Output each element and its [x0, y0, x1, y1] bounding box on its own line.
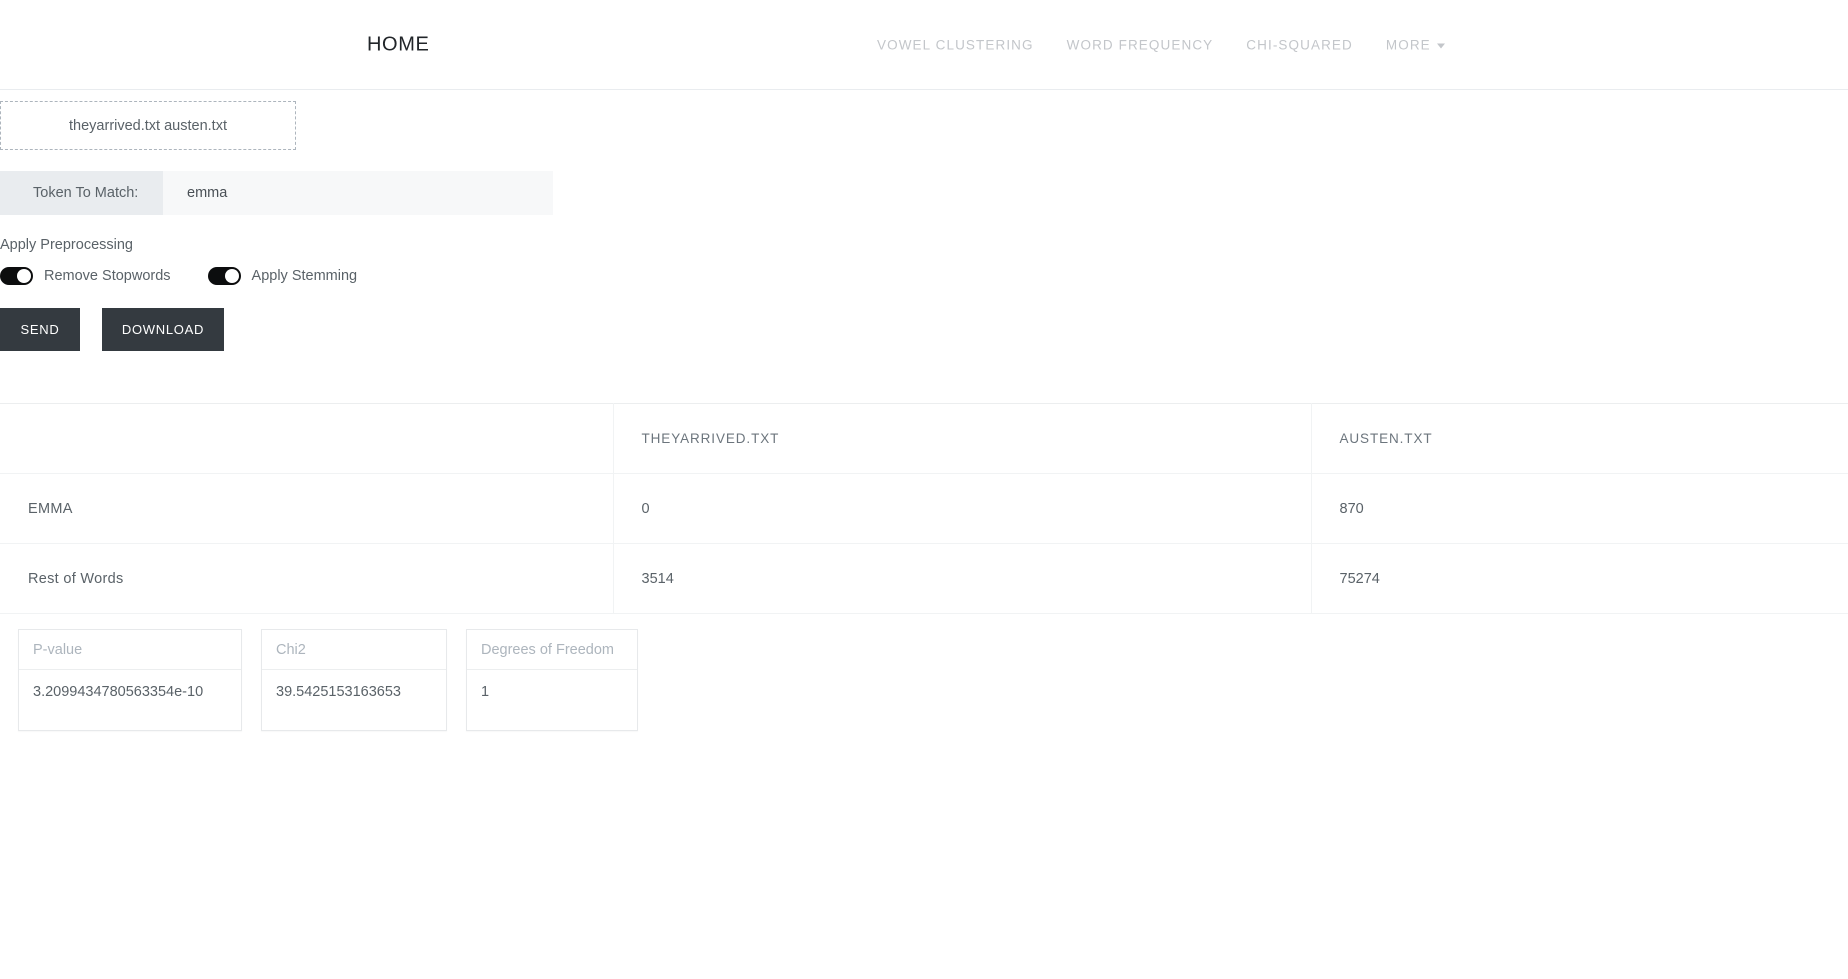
- nav-brand-home[interactable]: HOME: [367, 33, 429, 56]
- p-value-card-title: P-value: [19, 630, 241, 670]
- token-input-label: Token To Match:: [0, 171, 163, 215]
- preprocessing-title: Apply Preprocessing: [0, 237, 133, 253]
- download-button[interactable]: DOWNLOAD: [102, 308, 224, 351]
- chi2-card-title: Chi2: [262, 630, 446, 670]
- navbar: HOME VOWEL CLUSTERING WORD FREQUENCY CHI…: [0, 0, 1848, 90]
- chi2-card-value: 39.5425153163653: [276, 684, 401, 700]
- statistics-cards: P-value 3.2099434780563354e-10 Chi2 39.5…: [18, 629, 1848, 731]
- toggle-knob-icon: [17, 269, 31, 283]
- file-dropzone[interactable]: theyarrived.txt austen.txt: [0, 101, 296, 150]
- remove-stopwords-label: Remove Stopwords: [44, 268, 171, 284]
- nav-link-chi-squared[interactable]: CHI-SQUARED: [1246, 37, 1386, 52]
- send-button[interactable]: SEND: [0, 308, 80, 351]
- nav-link-more[interactable]: MORE: [1386, 37, 1445, 52]
- nav-link-word-frequency[interactable]: WORD FREQUENCY: [1067, 37, 1247, 52]
- table-cell-theyarrived-count: 3514: [613, 543, 1312, 614]
- results-table-wrap: THEYARRIVED.TXT AUSTEN.TXT EMMA 0 870 Re…: [0, 403, 1848, 614]
- remove-stopwords-toggle-wrap[interactable]: Remove Stopwords: [0, 267, 171, 285]
- remove-stopwords-toggle[interactable]: [0, 267, 33, 285]
- toggle-knob-icon: [224, 269, 239, 283]
- table-cell-row-label: EMMA: [0, 473, 614, 544]
- table-cell-austen-count: 870: [1311, 473, 1848, 544]
- results-table-head: THEYARRIVED.TXT AUSTEN.TXT: [0, 403, 1848, 474]
- action-button-row: SEND DOWNLOAD: [0, 308, 1848, 351]
- apply-stemming-toggle[interactable]: [207, 267, 241, 285]
- p-value-card-value: 3.2099434780563354e-10: [33, 684, 204, 700]
- file-dropzone-filenames: theyarrived.txt austen.txt: [69, 117, 227, 134]
- p-value-card: P-value 3.2099434780563354e-10: [18, 629, 242, 731]
- chevron-down-icon: [1436, 43, 1445, 48]
- table-row: Rest of Words 3514 75274: [0, 543, 1848, 614]
- table-header-theyarrived: THEYARRIVED.TXT: [613, 403, 1312, 474]
- degrees-of-freedom-card-title: Degrees of Freedom: [467, 630, 637, 670]
- apply-stemming-toggle-wrap[interactable]: Apply Stemming: [207, 267, 358, 285]
- table-cell-row-label: Rest of Words: [0, 543, 614, 614]
- nav-links: VOWEL CLUSTERING WORD FREQUENCY CHI-SQUA…: [877, 37, 1445, 52]
- nav-link-vowel-clustering[interactable]: VOWEL CLUSTERING: [877, 37, 1067, 52]
- table-header-row: THEYARRIVED.TXT AUSTEN.TXT: [0, 403, 1848, 474]
- table-header-blank: [0, 403, 614, 474]
- results-table-body: EMMA 0 870 Rest of Words 3514 75274: [0, 473, 1848, 614]
- table-row: EMMA 0 870: [0, 473, 1848, 544]
- preprocessing-switch-row: Remove Stopwords Apply Stemming: [0, 267, 1848, 285]
- token-input[interactable]: [163, 171, 553, 215]
- table-header-austen: AUSTEN.TXT: [1311, 403, 1848, 474]
- nav-link-more-label: MORE: [1385, 37, 1431, 52]
- page-body: theyarrived.txt austen.txt Token To Matc…: [0, 101, 1848, 731]
- degrees-of-freedom-card-value: 1: [481, 684, 490, 700]
- chi2-card: Chi2 39.5425153163653: [261, 629, 447, 731]
- results-table: THEYARRIVED.TXT AUSTEN.TXT EMMA 0 870 Re…: [0, 403, 1848, 614]
- table-cell-austen-count: 75274: [1311, 543, 1848, 614]
- table-cell-theyarrived-count: 0: [613, 473, 1312, 544]
- token-input-group: Token To Match:: [0, 171, 553, 215]
- apply-stemming-label: Apply Stemming: [251, 268, 358, 284]
- degrees-of-freedom-card: Degrees of Freedom 1: [466, 629, 638, 731]
